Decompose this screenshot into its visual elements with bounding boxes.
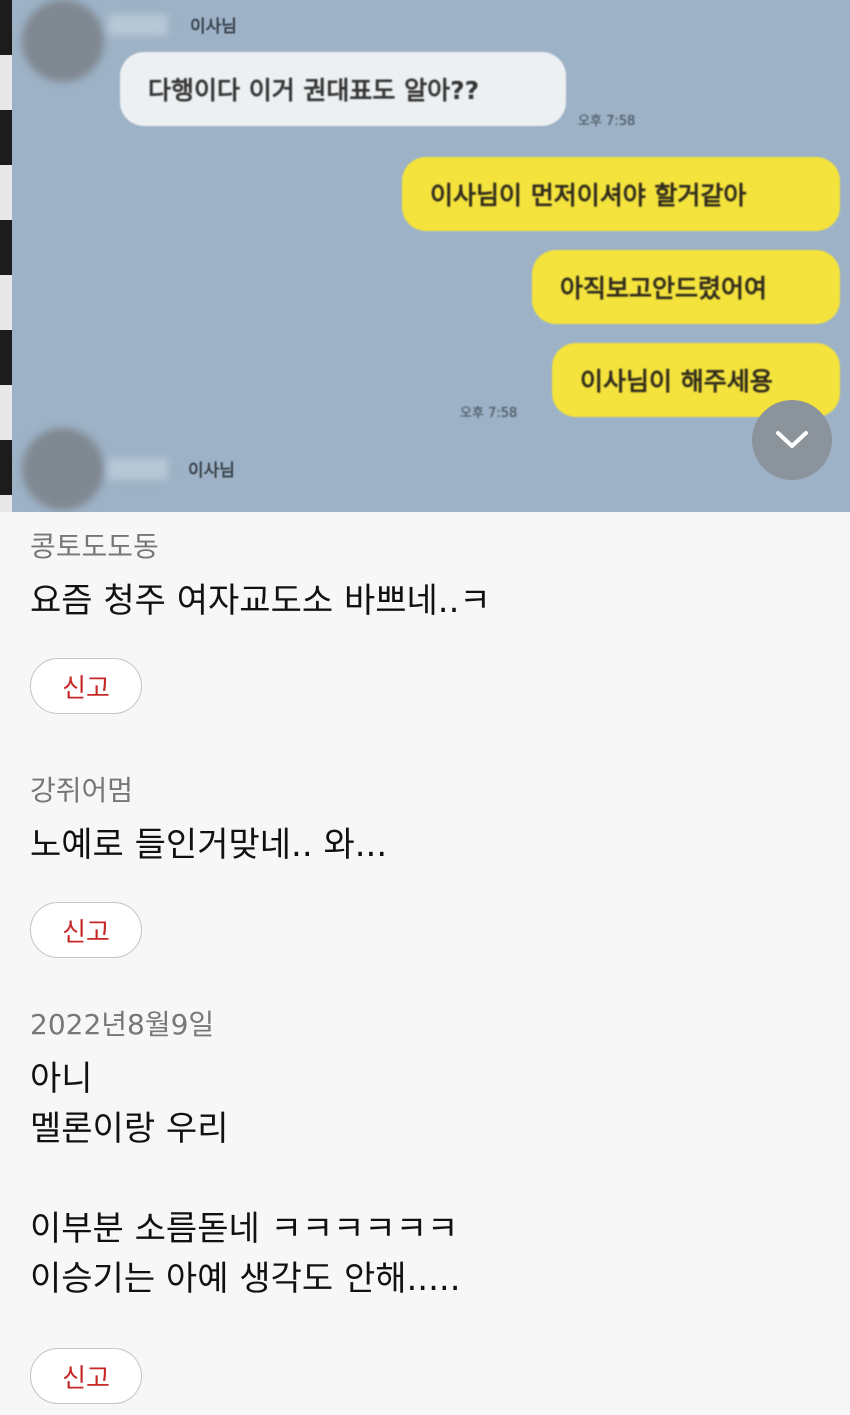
name-redaction bbox=[108, 14, 168, 36]
decorative-stripe bbox=[0, 0, 12, 512]
comment-author: 강쥐어멈 bbox=[30, 774, 134, 807]
comment-item: 콩토도도동 요즘 청주 여자교도소 바쁘네..ㅋ 신고 bbox=[30, 530, 830, 714]
comment-text: 아니 멜론이랑 우리 이부분 소름돋네 ㅋㅋㅋㅋㅋㅋ 이승기는 아예 생각도 안… bbox=[30, 1059, 461, 1299]
chevron-down-icon bbox=[776, 431, 808, 448]
comment-item: 2022년8월9일 아니 멜론이랑 우리 이부분 소름돋네 ㅋㅋㅋㅋㅋㅋ 이승기… bbox=[30, 1008, 830, 1404]
report-button[interactable]: 신고 bbox=[30, 902, 142, 958]
message-bubble-outgoing: 아직보고안드렸어여 bbox=[532, 250, 840, 324]
avatar bbox=[22, 428, 104, 510]
report-button[interactable]: 신고 bbox=[30, 658, 142, 714]
name-redaction bbox=[108, 458, 168, 480]
sender-name: 이사님 bbox=[190, 17, 237, 37]
comment-author: 2022년8월9일 bbox=[30, 1008, 215, 1041]
comment-author: 콩토도도동 bbox=[30, 530, 159, 563]
message-time: 오후 7:58 bbox=[578, 114, 636, 129]
message-time: 오후 7:58 bbox=[460, 406, 518, 421]
comment-text: 노예로 들인거맞네.. 와... bbox=[30, 825, 388, 865]
comment-item: 강쥐어멈 노예로 들인거맞네.. 와... 신고 bbox=[30, 774, 830, 958]
comment-text: 요즘 청주 여자교도소 바쁘네..ㅋ bbox=[30, 581, 491, 621]
chat-screenshot: 이사님 다행이다 이거 권대표도 알아?? 오후 7:58 이사님이 먼저이셔야… bbox=[0, 0, 850, 512]
avatar bbox=[22, 0, 104, 82]
message-bubble-outgoing: 이사님이 먼저이셔야 할거같아 bbox=[402, 157, 840, 231]
scroll-down-button[interactable] bbox=[752, 400, 832, 480]
message-bubble-incoming: 다행이다 이거 권대표도 알아?? bbox=[120, 52, 566, 126]
sender-name: 이사님 bbox=[188, 461, 235, 481]
report-button[interactable]: 신고 bbox=[30, 1348, 142, 1404]
